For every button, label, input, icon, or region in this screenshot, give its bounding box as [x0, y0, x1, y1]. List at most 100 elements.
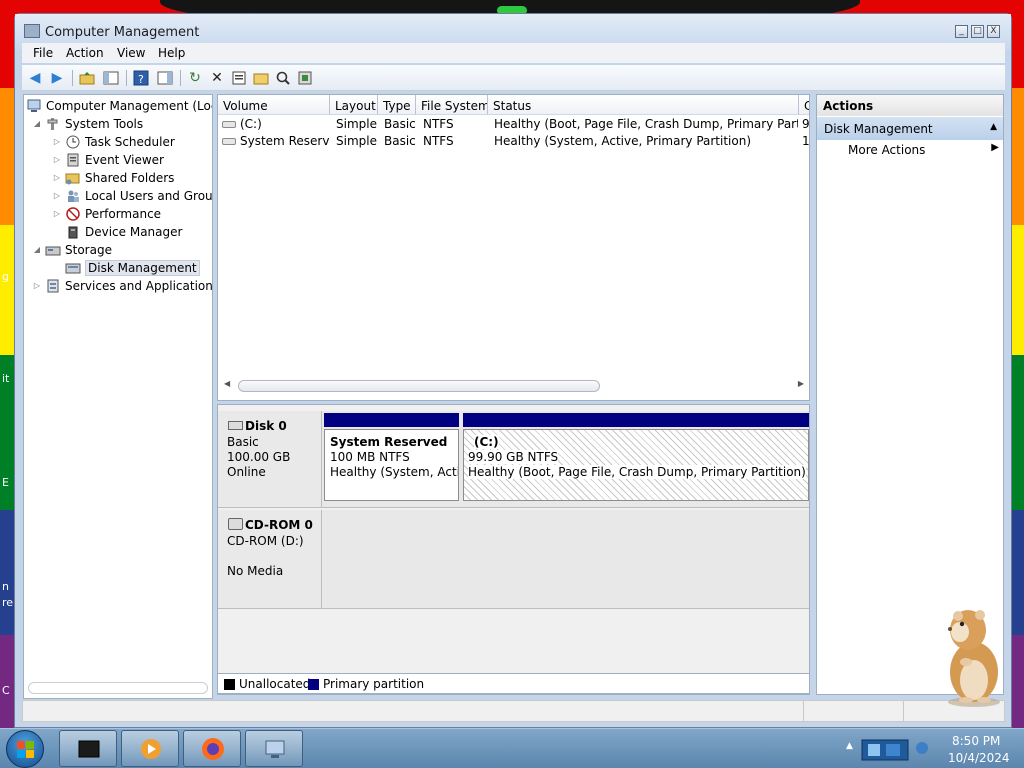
up-folder-icon[interactable]: [78, 69, 96, 87]
network-icon[interactable]: [914, 740, 930, 756]
submenu-arrow-icon[interactable]: ▶: [991, 142, 999, 153]
status-cell: Healthy (System, Active, Primary Partiti…: [494, 134, 752, 148]
maximize-button[interactable]: □: [971, 25, 984, 38]
firefox-icon: [202, 738, 224, 760]
tree-item-root[interactable]: Computer Management (Local): [26, 97, 212, 114]
open-folder-icon[interactable]: [252, 69, 270, 87]
tree-item-storage[interactable]: ◢ Storage: [32, 241, 112, 258]
close-button[interactable]: X: [987, 25, 1000, 38]
partition-c[interactable]: (C:) 99.90 GB NTFS Healthy (Boot, Page F…: [463, 429, 809, 501]
event-viewer-icon: [65, 153, 81, 167]
tree-item-disk-management[interactable]: Disk Management: [65, 259, 200, 276]
clock-date[interactable]: 10/4/2024: [948, 751, 1010, 765]
taskbar-firefox-button[interactable]: [183, 730, 241, 767]
cdrom-0-label[interactable]: CD-ROM 0 CD-ROM (D:) No Media: [218, 510, 322, 609]
computer-management-icon: [265, 740, 285, 758]
tree-item-performance[interactable]: ▷ Performance: [52, 205, 161, 222]
volume-cell: (C:): [222, 117, 328, 131]
action-center-icon[interactable]: [860, 737, 912, 763]
expanded-arrow-icon[interactable]: ◢: [32, 245, 42, 254]
tree-label: System Tools: [65, 116, 144, 131]
desktop-text: re: [2, 596, 14, 609]
scroll-left-arrow-icon[interactable]: ◀: [224, 379, 230, 388]
tree-label: Services and Applications: [65, 278, 213, 293]
tree-item-task-scheduler[interactable]: ▷ Task Scheduler: [52, 133, 175, 150]
search-icon[interactable]: [274, 69, 292, 87]
desktop-text: E: [2, 476, 9, 489]
type-cell: Basic: [384, 134, 416, 148]
collapsed-arrow-icon[interactable]: ▷: [52, 191, 62, 200]
volume-cell: System Reserved: [222, 134, 330, 148]
collapsed-arrow-icon[interactable]: ▷: [52, 137, 62, 146]
collapsed-arrow-icon[interactable]: ▷: [52, 209, 62, 218]
show-hide-console-tree-icon[interactable]: [102, 69, 120, 87]
minimize-button[interactable]: _: [955, 25, 968, 38]
layout-cell: Simple: [336, 117, 377, 131]
menu-help[interactable]: Help: [158, 46, 185, 60]
column-header-type[interactable]: Type: [378, 95, 416, 115]
services-icon: [45, 279, 61, 293]
disk-0-label[interactable]: Disk 0 Basic 100.00 GB Online: [218, 411, 322, 508]
menu-file[interactable]: File: [33, 46, 53, 60]
drive-icon: [222, 121, 236, 128]
performance-icon: [65, 206, 81, 221]
clock-time[interactable]: 8:50 PM: [952, 734, 1000, 748]
partition-system-reserved[interactable]: System Reserved 100 MB NTFS Healthy (Sys…: [324, 429, 459, 501]
column-header-status[interactable]: Status: [488, 95, 799, 115]
show-hidden-icons-icon[interactable]: ▲: [846, 741, 853, 751]
taskbar-media-player-button[interactable]: [121, 730, 179, 767]
table-row[interactable]: (C:) Simple Basic NTFS Healthy (Boot, Pa…: [218, 116, 809, 133]
cdrom-0-area[interactable]: [322, 510, 809, 609]
primary-partition-swatch: [308, 679, 319, 690]
help-icon[interactable]: ?: [132, 69, 150, 87]
forward-icon[interactable]: ▶: [48, 69, 66, 87]
expanded-arrow-icon[interactable]: ◢: [32, 119, 42, 128]
scroll-right-arrow-icon[interactable]: ▶: [798, 379, 804, 388]
actions-section-disk-management[interactable]: Disk Management ▲: [817, 117, 1003, 140]
menu-view[interactable]: View: [117, 46, 145, 60]
delete-icon[interactable]: ✕: [208, 69, 226, 87]
desktop-text: it: [2, 372, 10, 385]
volume-horizontal-scrollbar[interactable]: ◀ ▶: [224, 379, 804, 392]
collapsed-arrow-icon[interactable]: ▷: [52, 155, 62, 164]
collapsed-arrow-icon[interactable]: ▷: [32, 281, 42, 290]
show-hide-action-pane-icon[interactable]: [156, 69, 174, 87]
tree-item-event-viewer[interactable]: ▷ Event Viewer: [52, 151, 164, 168]
svg-text:?: ?: [138, 73, 144, 86]
taskbar-computer-management-button[interactable]: [245, 730, 303, 767]
tree-label: Shared Folders: [85, 170, 175, 185]
properties-icon[interactable]: [230, 69, 248, 87]
table-row[interactable]: System Reserved Simple Basic NTFS Health…: [218, 133, 809, 150]
column-header-volume[interactable]: Volume: [218, 95, 330, 115]
collapsed-arrow-icon[interactable]: ▷: [52, 173, 62, 182]
cdrom-type: CD-ROM (D:): [227, 534, 304, 548]
fs-cell: NTFS: [423, 134, 454, 148]
tree-item-shared-folders[interactable]: ▷ Shared Folders: [52, 169, 174, 186]
refresh-icon[interactable]: ↻: [186, 69, 204, 87]
tree-item-local-users[interactable]: ▷ Local Users and Groups: [52, 187, 212, 204]
drive-icon: [222, 138, 236, 145]
more-actions-link[interactable]: More Actions: [848, 143, 925, 157]
status-cell: Healthy (Boot, Page File, Crash Dump, Pr…: [494, 117, 798, 131]
tree-item-device-manager[interactable]: Device Manager: [65, 223, 182, 240]
partition-size: 99.90 GB NTFS: [468, 450, 559, 464]
column-header-capacity[interactable]: C: [799, 95, 809, 115]
tree-item-services-apps[interactable]: ▷ Services and Applications: [32, 277, 213, 294]
column-header-layout[interactable]: Layout: [330, 95, 378, 115]
layout-cell: Simple: [336, 134, 377, 148]
tree-label: Computer Management (Local): [46, 98, 212, 113]
scrollbar-thumb[interactable]: [238, 380, 600, 392]
collapse-arrow-icon[interactable]: ▲: [990, 122, 997, 132]
tree-item-system-tools[interactable]: ◢ System Tools: [32, 115, 143, 132]
windows-logo-icon: [17, 741, 34, 758]
partition-status: Healthy (Boot, Page File, Crash Dump, Pr…: [468, 465, 806, 479]
back-icon[interactable]: ◀: [26, 69, 44, 87]
menu-action[interactable]: Action: [66, 46, 104, 60]
start-button[interactable]: [6, 730, 44, 768]
taskbar-cmd-button[interactable]: [59, 730, 117, 767]
volume-list: Volume Layout Type File System Status C …: [217, 94, 810, 401]
tree-horizontal-scrollbar[interactable]: [28, 682, 208, 694]
disk-settings-icon[interactable]: [296, 69, 314, 87]
menu-bar: File Action View Help: [22, 43, 1005, 63]
column-header-file-system[interactable]: File System: [416, 95, 488, 115]
